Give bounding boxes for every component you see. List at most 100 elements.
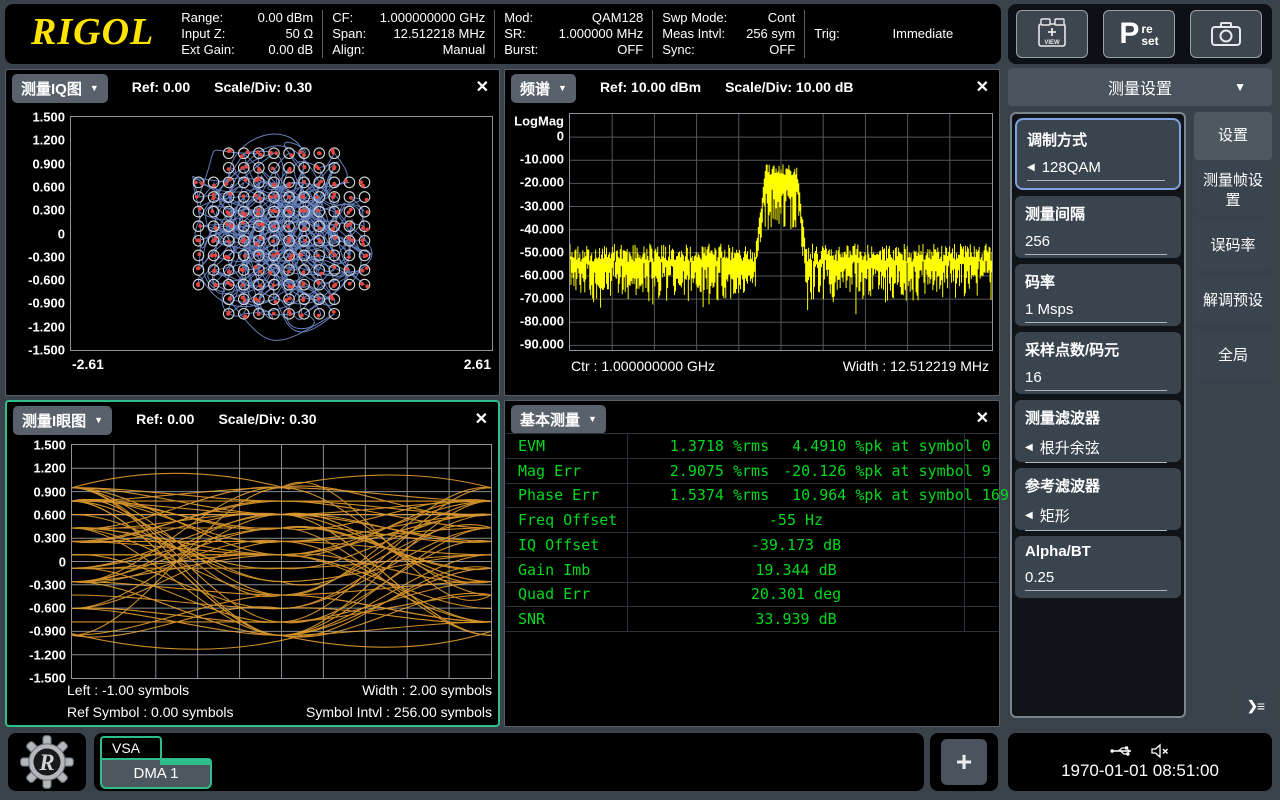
rms-value: 1.5374 %rms	[628, 486, 769, 504]
iq-trace-selector[interactable]: 测量IQ图 ▼	[12, 74, 108, 103]
parameter-value: 1.000000000 GHz	[380, 10, 486, 26]
settings-tab-设置[interactable]: 设置	[1194, 112, 1272, 160]
view-button[interactable]: VIEW	[1016, 10, 1088, 58]
measurement-values: 2.9075 %rms-20.126 %pk at symbol 9	[628, 459, 964, 483]
y-tick-label: 1.200	[32, 133, 65, 148]
sidebar-menu-selector[interactable]: 测量设置 ▼	[1008, 68, 1272, 106]
system-status-panel[interactable]: 1970-01-01 08:51:00	[1008, 733, 1272, 791]
spectrum-trace-selector[interactable]: 频谱 ▼	[511, 74, 576, 103]
close-icon[interactable]: ✕	[475, 409, 488, 429]
spectrum-ref-value: Ref: 10.00 dBm	[600, 79, 701, 95]
settings-fields-panel: 调制方式◀128QAM测量间隔256码率1 Msps采样点数/码元16测量滤波器…	[1010, 112, 1186, 718]
measurement-value: -39.173 dB	[628, 536, 964, 554]
parameter-value: 0.00 dB	[268, 42, 313, 58]
system-menu-button[interactable]: R	[8, 733, 86, 791]
setting-field-调制方式[interactable]: 调制方式◀128QAM	[1015, 118, 1181, 190]
table-spacer-cell	[964, 583, 998, 607]
y-tick-label: -90.000	[520, 337, 564, 352]
measurement-values: 20.301 deg	[628, 583, 964, 607]
measurement-name: Phase Err	[506, 484, 628, 508]
spectrum-panel[interactable]: 频谱 ▼ Ref: 10.00 dBm Scale/Div: 10.00 dB …	[504, 69, 1000, 396]
status-icons	[1110, 743, 1170, 759]
screenshot-button[interactable]	[1190, 10, 1262, 58]
y-tick-label: -40.000	[520, 221, 564, 236]
table-view-selector[interactable]: 基本测量 ▼	[511, 405, 606, 434]
iq-panel-header: 测量IQ图 ▼ Ref: 0.00 Scale/Div: 0.30 ✕	[6, 70, 499, 104]
table-row: Mag Err2.9075 %rms-20.126 %pk at symbol …	[506, 459, 998, 484]
parameter-value: 0.00 dBm	[258, 10, 314, 26]
setting-field-采样点数/码元[interactable]: 采样点数/码元16	[1015, 332, 1181, 394]
iq-plot-area: 1.5001.2000.9000.6000.3000-0.300-0.600-0…	[6, 116, 493, 351]
close-icon[interactable]: ✕	[976, 408, 989, 428]
spectrum-panel-header: 频谱 ▼ Ref: 10.00 dBm Scale/Div: 10.00 dB …	[505, 70, 999, 104]
preset-button[interactable]: P re set	[1103, 10, 1175, 58]
measurement-value: 19.344 dB	[628, 561, 964, 579]
setting-value-text: 16	[1025, 369, 1042, 386]
table-row: SNR33.939 dB	[506, 607, 998, 632]
table-row: Quad Err20.301 deg	[506, 583, 998, 608]
header-parameter: Swp Mode:Cont	[662, 10, 795, 26]
eye-ref-value: Ref: 0.00	[136, 411, 194, 427]
measurement-name: EVM	[506, 434, 628, 458]
measurement-value: 20.301 deg	[628, 585, 964, 603]
measurement-table: EVM1.3718 %rms 4.4910 %pk at symbol 0Mag…	[506, 433, 998, 632]
iq-ref-value: Ref: 0.00	[132, 79, 190, 95]
header-parameter: Mod:QAM128	[504, 10, 643, 26]
table-row: EVM1.3718 %rms 4.4910 %pk at symbol 0	[506, 434, 998, 459]
rigol-logo: RIGOL	[5, 10, 172, 58]
measurement-name: SNR	[506, 607, 628, 631]
measurement-values: -39.173 dB	[628, 533, 964, 557]
usb-icon	[1110, 744, 1136, 758]
parameter-value: 12.512218 MHz	[393, 26, 485, 42]
eye-plot-svg	[72, 445, 491, 678]
setting-value: 16	[1025, 369, 1167, 391]
close-icon[interactable]: ✕	[976, 77, 989, 97]
y-tick-label: -0.300	[29, 577, 66, 592]
parameter-value: Manual	[443, 42, 486, 58]
setting-field-测量间隔[interactable]: 测量间隔256	[1015, 196, 1181, 258]
header-parameter: Ext Gain:0.00 dB	[181, 42, 313, 58]
iq-plot-svg	[71, 117, 492, 350]
settings-tab-全局[interactable]: 全局	[1194, 332, 1272, 380]
iq-constellation-panel[interactable]: 测量IQ图 ▼ Ref: 0.00 Scale/Div: 0.30 ✕ 1.50…	[5, 69, 500, 396]
spectrum-scale-value: Scale/Div: 10.00 dB	[725, 79, 853, 95]
measurement-values: 1.3718 %rms 4.4910 %pk at symbol 0	[628, 434, 964, 458]
header-column: Trig:Immediate	[804, 10, 962, 58]
eye-diagram-panel[interactable]: 测量I眼图 ▼ Ref: 0.00 Scale/Div: 0.30 ✕ 1.50…	[5, 400, 500, 727]
header-buttons: VIEW P re set	[1008, 4, 1272, 64]
measurement-name: Mag Err	[506, 459, 628, 483]
parameter-value: 1.000000 MHz	[559, 26, 644, 42]
add-app-button[interactable]: +	[941, 739, 987, 785]
parameter-label: Range:	[181, 10, 223, 26]
menu-expand-button[interactable]: ❯ ≡	[1240, 692, 1272, 720]
measurement-values: -55 Hz	[628, 508, 964, 532]
setting-field-码率[interactable]: 码率1 Msps	[1015, 264, 1181, 326]
parameter-label: Align:	[332, 42, 365, 58]
setting-field-测量滤波器[interactable]: 测量滤波器◀根升余弦	[1015, 400, 1181, 462]
setting-field-参考滤波器[interactable]: 参考滤波器◀矩形	[1015, 468, 1181, 530]
y-tick-label: 0	[58, 226, 65, 241]
setting-field-Alpha/BT[interactable]: Alpha/BT0.25	[1015, 536, 1181, 598]
svg-text:R: R	[38, 750, 54, 775]
y-tick-label: 1.500	[33, 438, 66, 453]
parameter-label: Meas Intvl:	[662, 26, 725, 42]
measurement-name: IQ Offset	[506, 533, 628, 557]
parameter-value: 256 sym	[746, 26, 795, 42]
header-parameter: Align: Manual	[332, 42, 485, 58]
basic-measurement-panel[interactable]: 基本测量 ▼ ✕ EVM1.3718 %rms 4.4910 %pk at sy…	[504, 400, 1000, 727]
y-tick-label: -70.000	[520, 291, 564, 306]
spectrum-x-axis-labels: Ctr : 1.000000000 GHz Width : 12.512219 …	[571, 358, 989, 374]
measurement-settings-sidebar: 测量设置 ▼ 调制方式◀128QAM测量间隔256码率1 Msps采样点数/码元…	[1008, 68, 1272, 728]
parameter-label: Input Z:	[181, 26, 225, 42]
settings-tab-误码率[interactable]: 误码率	[1194, 222, 1272, 270]
eye-trace-selector[interactable]: 测量I眼图 ▼	[13, 406, 112, 435]
measurement-values: 19.344 dB	[628, 558, 964, 582]
app-group-tab-vsa[interactable]: VSA	[100, 736, 162, 758]
header-column: CF:1.000000000 GHzSpan:12.512218 MHzAlig…	[322, 10, 494, 58]
close-icon[interactable]: ✕	[476, 77, 489, 97]
settings-tab-测量帧设置[interactable]: 测量帧设置	[1194, 167, 1272, 215]
measurement-values: 33.939 dB	[628, 607, 964, 631]
vsa-application: RIGOL Range:0.00 dBmInput Z:50 ΩExt Gain…	[0, 0, 1280, 800]
settings-tab-解调预设[interactable]: 解调预设	[1194, 277, 1272, 325]
y-tick-label: -1.500	[28, 343, 65, 358]
